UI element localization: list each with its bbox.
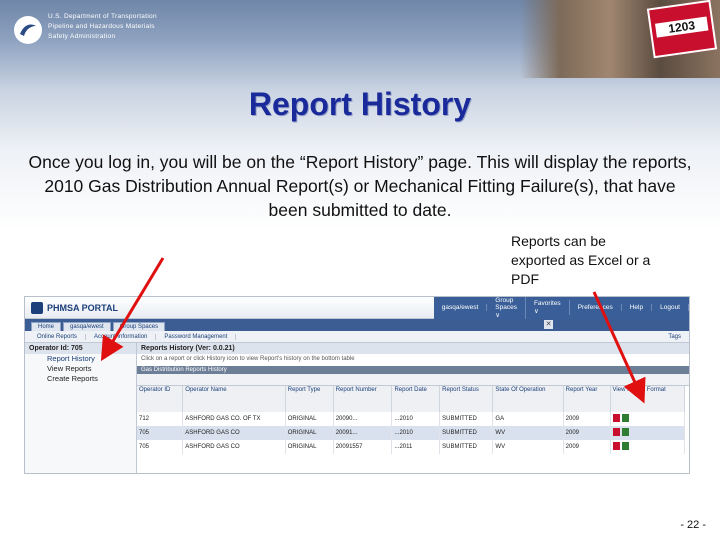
arrow-to-export-icons	[592, 291, 646, 404]
slide-number: - 22 -	[680, 519, 706, 531]
arrow-to-report-history	[100, 257, 165, 362]
callout-arrows	[100, 257, 646, 404]
slide: U.S. Department of Transportation Pipeli…	[0, 0, 720, 540]
